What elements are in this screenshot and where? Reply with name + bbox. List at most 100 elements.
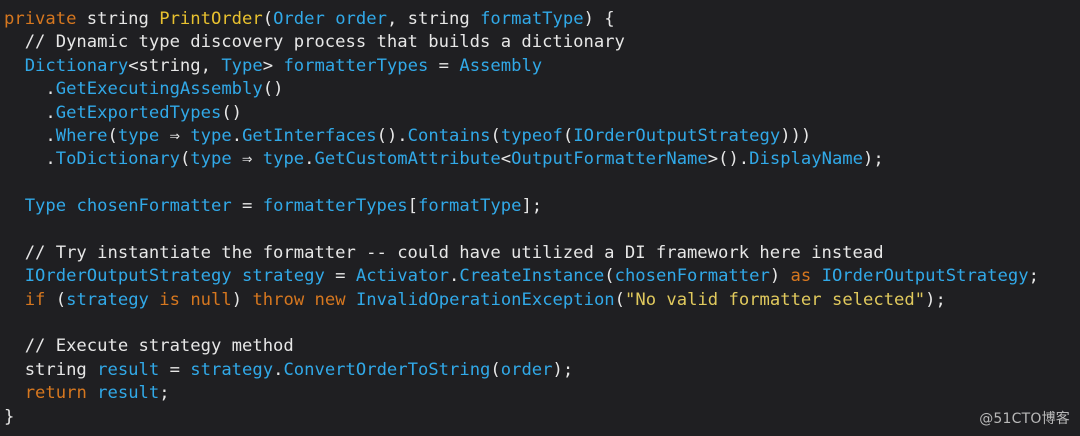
code-token-punct: ); — [552, 359, 574, 380]
code-token-ident — [4, 383, 25, 403]
code-token-ident — [811, 266, 821, 286]
code-token-param: chosenFormatter — [76, 196, 232, 217]
code-token-punct: ); — [925, 289, 946, 310]
code-token-method: GetExecutingAssembly — [55, 79, 263, 100]
code-token-param: order — [335, 9, 387, 29]
code-token-punct: ) — [231, 289, 253, 310]
code-token-param: type — [190, 125, 232, 146]
code-token-ident — [232, 266, 242, 286]
code-token-method: ToDictionary — [55, 149, 180, 170]
code-token-punct: . — [4, 125, 56, 146]
code-token-punct: ( — [562, 125, 574, 146]
code-token-ident: ⇒ — [159, 125, 191, 146]
code-line: // Dynamic type discovery process that b… — [4, 31, 1039, 54]
code-line: return result; — [4, 382, 1039, 405]
code-token-ident: > — [262, 55, 284, 76]
code-token-ident — [4, 266, 25, 286]
code-token-punct: (). — [376, 125, 408, 146]
code-token-classname: OutputFormatterName — [511, 149, 708, 170]
code-token-comment: // Try instantiate the formatter -- coul… — [4, 242, 884, 263]
code-token-param: formatType — [480, 9, 584, 29]
code-token-comment: // Dynamic type discovery process that b… — [4, 32, 625, 53]
code-token-method: Where — [55, 125, 108, 146]
code-line: .GetExecutingAssembly() — [4, 78, 1039, 101]
code-token-method: ConvertOrderToString — [283, 359, 491, 380]
code-token-keyword: null — [190, 289, 232, 310]
code-token-param: chosenFormatter — [614, 266, 770, 287]
code-token-method: typeof — [500, 125, 563, 146]
code-token-ident: , string — [386, 9, 481, 29]
code-token-punct: ); — [862, 149, 884, 170]
code-token-param: type — [117, 125, 160, 146]
code-token-classname: Type — [24, 196, 67, 217]
code-line: string result = strategy.ConvertOrderToS… — [4, 359, 1039, 382]
code-token-ident: = — [159, 359, 191, 380]
code-token-ident: = — [231, 196, 263, 217]
code-token-punct: . — [4, 102, 56, 123]
code-token-ident: string — [4, 359, 98, 380]
code-token-classname: IOrderOutputStrategy — [24, 266, 232, 287]
code-token-keyword: throw — [252, 289, 305, 310]
code-token-ident: string — [76, 9, 160, 29]
code-token-param: strategy — [242, 266, 325, 287]
code-line: Type chosenFormatter = formatterTypes[fo… — [4, 195, 1039, 218]
code-token-punct: () — [262, 79, 284, 100]
code-token-ident — [180, 290, 190, 310]
code-token-ident: = — [324, 266, 356, 287]
code-line: } — [4, 406, 1039, 429]
code-token-comment: // Execute strategy method — [4, 336, 294, 357]
code-token-classname: IOrderOutputStrategy — [821, 266, 1029, 287]
code-token-punct: ]; — [521, 196, 543, 217]
code-token-ident — [87, 383, 97, 403]
code-line: // Try instantiate the formatter -- coul… — [4, 242, 1039, 265]
code-token-punct: ))) — [780, 125, 812, 146]
code-token-param: result — [97, 383, 160, 404]
code-token-classname: Activator — [355, 266, 450, 287]
code-token-punct: ( — [490, 125, 501, 146]
code-token-punct: ) { — [583, 9, 615, 29]
code-token-method: GetInterfaces — [242, 125, 377, 146]
code-token-classname: Assembly — [459, 55, 543, 76]
code-token-classname: Order — [273, 9, 325, 29]
code-token-param: order — [500, 359, 553, 380]
code-token-param: strategy — [66, 289, 149, 310]
code-token-method: CreateInstance — [459, 266, 605, 287]
code-token-param: type — [190, 149, 232, 170]
code-token-method: Contains — [407, 125, 491, 146]
watermark: @51CTO博客 — [979, 411, 1070, 427]
code-token-method: DisplayName — [749, 149, 863, 170]
code-token-ident: ⇒ — [231, 149, 263, 170]
code-token-punct: . — [4, 79, 56, 100]
code-token-classname: Dictionary — [24, 55, 129, 76]
code-token-punct: ( — [262, 9, 274, 29]
code-token-punct: ; — [159, 383, 170, 404]
code-token-punct: . — [449, 266, 460, 287]
code-line: .GetExportedTypes() — [4, 102, 1039, 125]
code-token-ident — [304, 290, 314, 310]
code-token-ident — [66, 196, 76, 216]
code-line: // Execute strategy method — [4, 335, 1039, 358]
code-block[interactable]: private string PrintOrder(Order order, s… — [4, 8, 1039, 429]
code-token-method: GetExportedTypes — [55, 102, 222, 123]
code-token-method: GetCustomAttribute — [314, 149, 501, 170]
code-token-param: formatterTypes — [262, 196, 408, 217]
code-token-ident — [4, 56, 25, 76]
code-token-keyword: new — [314, 289, 346, 310]
code-token-ident — [4, 196, 25, 216]
code-token-keyword: return — [24, 383, 87, 404]
code-line: .Where(type ⇒ type.GetInterfaces().Conta… — [4, 125, 1039, 148]
code-token-keyword: is — [159, 289, 180, 310]
code-token-punct: ( — [45, 289, 67, 310]
code-token-punct: . — [273, 359, 284, 380]
code-editor[interactable]: private string PrintOrder(Order order, s… — [0, 0, 1080, 436]
code-token-punct: ( — [614, 289, 626, 310]
code-line: IOrderOutputStrategy strategy = Activato… — [4, 265, 1039, 288]
code-token-ident — [325, 9, 335, 29]
code-token-decl: PrintOrder — [159, 9, 263, 29]
code-token-ident: = — [428, 55, 460, 76]
code-token-classname: Type — [221, 55, 263, 76]
code-token-param: formatterTypes — [283, 55, 429, 76]
